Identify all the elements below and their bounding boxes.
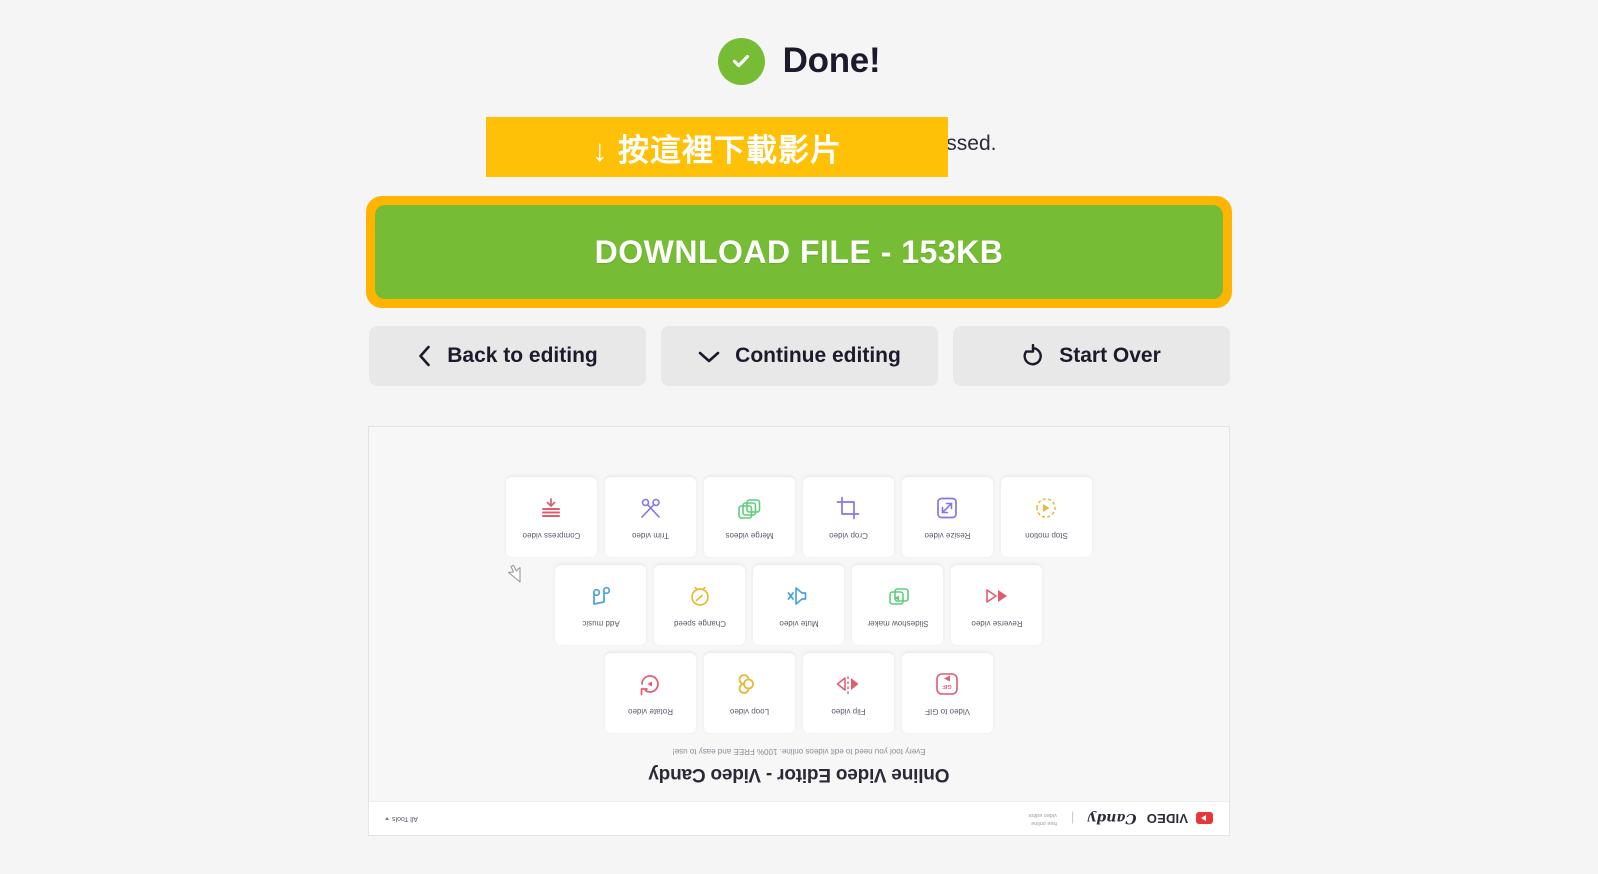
chevron-left-icon <box>416 344 433 368</box>
tool-label: Merge videos <box>725 531 774 541</box>
continue-editing-label: Continue editing <box>735 344 901 367</box>
mute-video-icon <box>785 583 813 611</box>
tool-card-video-to-gif[interactable]: Video to GIF GIF <box>902 653 993 733</box>
preview-rotated-content: VIDEO Candy | free online video editor A… <box>369 427 1229 835</box>
annotation-banner-text: ↓ 按這裡下載影片 <box>591 132 843 168</box>
tool-label: Add music <box>582 619 620 629</box>
tool-card-merge-videos[interactable]: Merge videos <box>704 477 795 557</box>
done-status-row: Done! <box>0 0 1598 92</box>
video-play-logo-icon <box>1196 812 1213 825</box>
change-speed-icon <box>686 583 714 611</box>
tool-card-flip-video[interactable]: Flip video <box>803 653 894 733</box>
back-to-editing-label: Back to editing <box>447 344 598 367</box>
tool-card-stop-motion[interactable]: Stop motion <box>1001 477 1092 557</box>
tool-card-mute-video[interactable]: Mute video <box>753 565 845 645</box>
tool-label: Video to GIF <box>925 707 970 717</box>
tool-label: Stop motion <box>1025 531 1068 541</box>
logo-tagline-line2: video editor <box>1028 812 1057 819</box>
tool-label: Rotate video <box>628 707 673 717</box>
all-tools-menu[interactable]: All Tools <box>385 815 418 822</box>
page-title: Done! <box>782 41 881 80</box>
tool-label: Mute video <box>779 619 819 629</box>
logo-tagline: free online video editor <box>1028 811 1056 827</box>
loop-video-icon <box>736 671 764 699</box>
tool-card-change-speed[interactable]: Change speed <box>654 565 746 645</box>
logo-secondary-text: Candy <box>1088 810 1137 827</box>
action-button-row: Back to editing Continue editing Start O… <box>0 326 1598 386</box>
chevron-down-icon <box>697 348 721 365</box>
stop-motion-icon <box>1033 495 1061 523</box>
start-over-button[interactable]: Start Over <box>952 326 1230 386</box>
continue-editing-button[interactable]: Continue editing <box>660 326 938 386</box>
compress-video-icon <box>538 495 566 523</box>
tool-card-add-music[interactable]: Add music <box>555 565 647 645</box>
tool-card-reverse-video[interactable]: Reverse video <box>951 565 1043 645</box>
tool-label: Change speed <box>673 619 727 629</box>
logo-divider: | <box>1070 811 1075 826</box>
video-to-gif-icon: GIF <box>934 671 962 699</box>
back-to-editing-button[interactable]: Back to editing <box>368 326 646 386</box>
tool-label: Resize video <box>924 531 971 541</box>
reverse-video-icon <box>983 583 1011 611</box>
rotate-video-icon <box>637 671 665 699</box>
preview-site-header: VIDEO Candy | free online video editor A… <box>369 801 1229 835</box>
tool-label: Compress video <box>522 531 581 541</box>
tool-row: Video to GIF GIF Flip video Loop video R… <box>605 653 993 733</box>
tool-label: Flip video <box>831 707 866 717</box>
tool-label: Slideshow maker <box>867 619 929 629</box>
tool-card-resize-video[interactable]: Resize video <box>902 477 993 557</box>
tool-label: Loop video <box>729 707 770 717</box>
logo-tagline-line1: free online <box>1031 820 1057 827</box>
tool-label: Crop video <box>829 531 868 541</box>
logo-primary-text: VIDEO <box>1146 811 1188 826</box>
tool-grid: Video to GIF GIF Flip video Loop video R… <box>369 477 1229 733</box>
tool-row: Reverse video Slideshow maker Mute video <box>555 565 1043 645</box>
hero-title: Online Video Editor - Video Candy <box>648 764 950 785</box>
tool-card-trim-video[interactable]: Trim video <box>605 477 696 557</box>
tool-row: Stop motion Resize video Crop video Merg… <box>506 477 1092 557</box>
tool-label: Trim video <box>631 531 670 541</box>
tool-card-crop-video[interactable]: Crop video <box>803 477 894 557</box>
tool-card-rotate-video[interactable]: Rotate video <box>605 653 696 733</box>
tool-card-slideshow-maker[interactable]: Slideshow maker <box>852 565 944 645</box>
merge-videos-icon <box>736 495 764 523</box>
download-file-button[interactable]: DOWNLOAD FILE - 153KB <box>375 205 1223 299</box>
add-music-icon <box>587 583 615 611</box>
status-message-area: Your file has been successfully processe… <box>0 110 1598 184</box>
tool-label: Reverse video <box>971 619 1023 629</box>
all-tools-label: All Tools <box>392 815 418 822</box>
tool-card-compress-video[interactable]: Compress video <box>506 477 597 557</box>
restart-rotate-icon <box>1021 344 1045 368</box>
preview-hero: Online Video Editor - Video Candy Every … <box>369 747 1229 801</box>
crop-video-icon <box>835 495 863 523</box>
start-over-label: Start Over <box>1059 344 1161 367</box>
tool-card-loop-video[interactable]: Loop video <box>704 653 795 733</box>
hero-subtitle: Every tool you need to edit videos onlin… <box>672 747 926 756</box>
slideshow-maker-icon <box>884 583 912 611</box>
svg-text:GIF: GIF <box>942 684 952 690</box>
trim-video-icon <box>637 495 665 523</box>
result-preview-panel[interactable]: VIDEO Candy | free online video editor A… <box>368 426 1230 836</box>
flip-video-icon <box>835 671 863 699</box>
mouse-cursor-icon <box>505 563 521 583</box>
chevron-down-icon <box>385 817 389 820</box>
annotation-banner: ↓ 按這裡下載影片 <box>486 117 948 177</box>
download-highlight-frame: DOWNLOAD FILE - 153KB <box>366 196 1232 308</box>
resize-video-icon <box>934 495 962 523</box>
check-circle-icon <box>717 37 765 85</box>
